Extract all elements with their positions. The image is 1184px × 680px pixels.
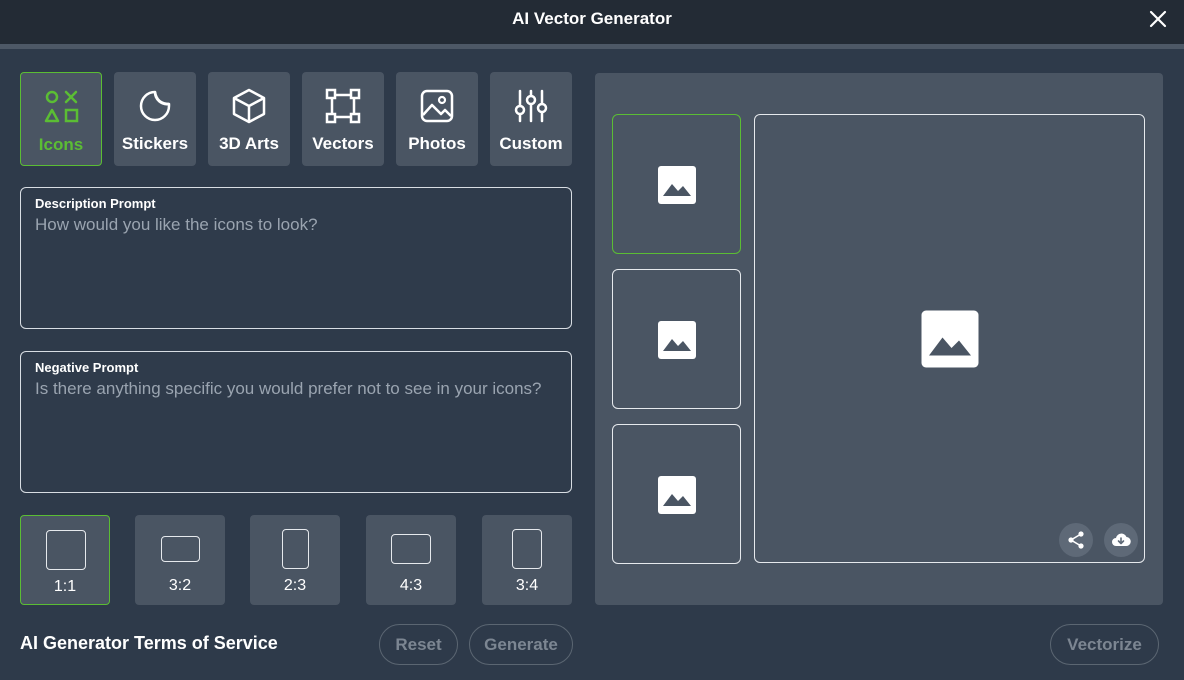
description-prompt-input[interactable] [35,214,555,314]
vector-path-icon [325,88,361,124]
preview-thumbnail[interactable] [612,424,741,564]
share-button[interactable] [1059,523,1093,557]
tab-label: Stickers [121,134,189,153]
ratio-3-4-button[interactable]: 3:4 [482,515,572,605]
tab-vectors[interactable]: Vectors [302,72,384,166]
image-placeholder-icon [658,166,696,204]
tab-label: Custom [499,134,563,153]
negative-prompt-input[interactable] [35,378,555,478]
tab-label: Icons [38,135,84,154]
sticker-icon [139,90,171,122]
image-placeholder-icon [921,310,979,368]
sliders-icon [514,89,548,123]
ratio-square-icon [46,530,86,570]
generate-button[interactable]: Generate [469,624,573,665]
cube-icon [232,88,266,124]
share-icon [1068,531,1084,549]
ratio-portrait-icon [282,529,309,569]
ratio-label: 4:3 [399,577,423,594]
shapes-icon [44,90,79,123]
reset-button[interactable]: Reset [379,624,458,665]
close-icon[interactable] [1148,9,1168,29]
negative-prompt-label: Negative Prompt [35,360,139,375]
tab-label: Photos [408,134,466,153]
window-title: AI Vector Generator [512,9,672,28]
description-prompt: Description Prompt [20,187,572,329]
preview-panel [595,73,1163,605]
vectorize-button[interactable]: Vectorize [1050,624,1159,665]
photo-icon [420,89,454,123]
ratio-label: 2:3 [283,577,307,594]
tab-label: Vectors [312,134,374,153]
title-divider [0,44,1184,49]
ratio-portrait-icon [512,529,542,569]
cloud-download-icon [1112,533,1131,547]
description-prompt-label: Description Prompt [35,196,156,211]
ratio-label: 3:4 [515,577,539,594]
tab-label: 3D Arts [219,134,279,153]
tab-photos[interactable]: Photos [396,72,478,166]
ratio-landscape-icon [161,536,200,562]
ratio-label: 3:2 [168,577,192,594]
image-placeholder-icon [658,321,696,359]
ratio-3-2-button[interactable]: 3:2 [135,515,225,605]
ratio-1-1-button[interactable]: 1:1 [20,515,110,605]
tab-stickers[interactable]: Stickers [114,72,196,166]
tab-icons[interactable]: Icons [20,72,102,166]
terms-of-service-link[interactable]: AI Generator Terms of Service [20,633,278,654]
image-placeholder-icon [658,476,696,514]
ratio-2-3-button[interactable]: 2:3 [250,515,340,605]
negative-prompt: Negative Prompt [20,351,572,493]
title-bar: AI Vector Generator [0,0,1184,44]
preview-thumbnail[interactable] [612,114,741,254]
tab-3d-arts[interactable]: 3D Arts [208,72,290,166]
tab-custom[interactable]: Custom [490,72,572,166]
preview-thumbnail[interactable] [612,269,741,409]
ratio-landscape-icon [391,534,431,564]
main-preview [754,114,1145,563]
download-button[interactable] [1104,523,1138,557]
ratio-4-3-button[interactable]: 4:3 [366,515,456,605]
ratio-label: 1:1 [53,578,77,595]
